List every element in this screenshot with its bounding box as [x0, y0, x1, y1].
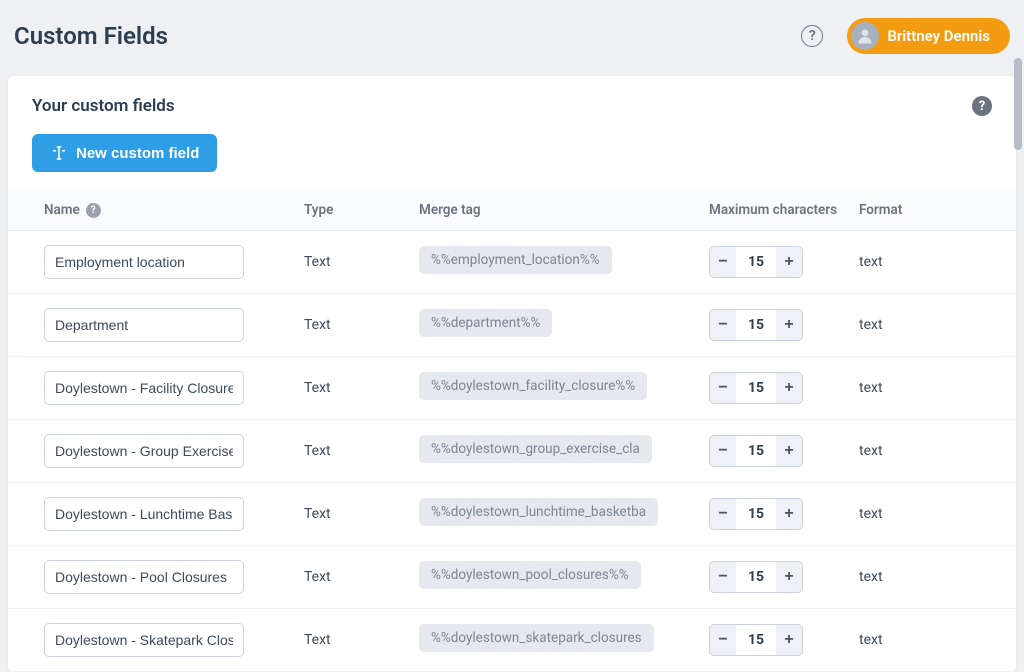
field-type: Text	[304, 632, 419, 648]
decrement-button[interactable]: −	[710, 436, 736, 466]
field-name-input[interactable]	[44, 245, 244, 279]
decrement-button[interactable]: −	[710, 310, 736, 340]
quantity-stepper: − 15 +	[709, 624, 803, 656]
field-type: Text	[304, 569, 419, 585]
field-name-input[interactable]	[44, 623, 244, 657]
max-chars-value: 15	[736, 562, 776, 592]
table-row: Text %%employment_location%% − 15 + text	[8, 231, 1016, 294]
page-header: Custom Fields ? Brittney Dennis	[0, 0, 1024, 76]
increment-button[interactable]: +	[776, 436, 802, 466]
card-title: Your custom fields	[32, 96, 175, 116]
page-title: Custom Fields	[14, 22, 168, 50]
quantity-stepper: − 15 +	[709, 372, 803, 404]
field-name-input[interactable]	[44, 497, 244, 531]
field-name-input[interactable]	[44, 308, 244, 342]
decrement-button[interactable]: −	[710, 499, 736, 529]
increment-button[interactable]: +	[776, 373, 802, 403]
field-name-input[interactable]	[44, 371, 244, 405]
field-type: Text	[304, 380, 419, 396]
col-merge-tag: Merge tag	[419, 202, 709, 218]
quantity-stepper: − 15 +	[709, 561, 803, 593]
decrement-button[interactable]: −	[710, 373, 736, 403]
scrollbar[interactable]	[1014, 0, 1023, 651]
table-header: Name ? Type Merge tag Maximum characters…	[8, 190, 1016, 231]
user-name: Brittney Dennis	[887, 27, 990, 45]
new-custom-field-button[interactable]: New custom field	[32, 134, 217, 172]
format-value: text	[859, 317, 992, 333]
quantity-stepper: − 15 +	[709, 435, 803, 467]
table-row: Text %%department%% − 15 + text	[8, 294, 1016, 357]
table-row: Text %%doylestown_skatepark_closures − 1…	[8, 609, 1016, 672]
format-value: text	[859, 569, 992, 585]
increment-button[interactable]: +	[776, 310, 802, 340]
merge-tag: %%department%%	[419, 309, 552, 337]
max-chars-value: 15	[736, 310, 776, 340]
decrement-button[interactable]: −	[710, 562, 736, 592]
table-body: Text %%employment_location%% − 15 + text…	[8, 231, 1016, 672]
text-cursor-icon	[50, 144, 68, 162]
table-row: Text %%doylestown_group_exercise_cla − 1…	[8, 420, 1016, 483]
scrollbar-thumb[interactable]	[1014, 58, 1022, 150]
help-icon[interactable]: ?	[801, 25, 823, 47]
increment-button[interactable]: +	[776, 562, 802, 592]
merge-tag: %%doylestown_lunchtime_basketba	[419, 498, 658, 526]
merge-tag: %%doylestown_pool_closures%%	[419, 561, 641, 589]
field-name-input[interactable]	[44, 560, 244, 594]
card-header: Your custom fields ?	[8, 76, 1016, 134]
format-value: text	[859, 506, 992, 522]
increment-button[interactable]: +	[776, 499, 802, 529]
table-row: Text %%doylestown_pool_closures%% − 15 +…	[8, 546, 1016, 609]
quantity-stepper: − 15 +	[709, 498, 803, 530]
table-row: Text %%doylestown_facility_closure%% − 1…	[8, 357, 1016, 420]
field-type: Text	[304, 443, 419, 459]
quantity-stepper: − 15 +	[709, 246, 803, 278]
user-badge[interactable]: Brittney Dennis	[847, 18, 1010, 54]
table-row: Text %%doylestown_lunchtime_basketba − 1…	[8, 483, 1016, 546]
header-actions: ? Brittney Dennis	[801, 18, 1010, 54]
max-chars-value: 15	[736, 499, 776, 529]
avatar	[851, 22, 879, 50]
field-type: Text	[304, 254, 419, 270]
field-type: Text	[304, 317, 419, 333]
format-value: text	[859, 380, 992, 396]
max-chars-value: 15	[736, 247, 776, 277]
format-value: text	[859, 254, 992, 270]
new-button-label: New custom field	[76, 145, 199, 162]
card-help-icon[interactable]: ?	[972, 96, 992, 116]
col-name: Name ?	[44, 202, 304, 218]
format-value: text	[859, 443, 992, 459]
merge-tag: %%employment_location%%	[419, 246, 612, 274]
decrement-button[interactable]: −	[710, 247, 736, 277]
max-chars-value: 15	[736, 436, 776, 466]
merge-tag: %%doylestown_skatepark_closures	[419, 624, 654, 652]
person-icon	[855, 26, 875, 46]
increment-button[interactable]: +	[776, 247, 802, 277]
merge-tag: %%doylestown_group_exercise_cla	[419, 435, 652, 463]
quantity-stepper: − 15 +	[709, 309, 803, 341]
format-value: text	[859, 632, 992, 648]
merge-tag: %%doylestown_facility_closure%%	[419, 372, 647, 400]
custom-fields-card: Your custom fields ? New custom field Na…	[8, 76, 1016, 672]
field-type: Text	[304, 506, 419, 522]
col-max-chars: Maximum characters	[709, 202, 859, 218]
name-help-icon[interactable]: ?	[86, 203, 101, 218]
col-type: Type	[304, 202, 419, 218]
col-format: Format	[859, 202, 992, 218]
field-name-input[interactable]	[44, 434, 244, 468]
max-chars-value: 15	[736, 373, 776, 403]
